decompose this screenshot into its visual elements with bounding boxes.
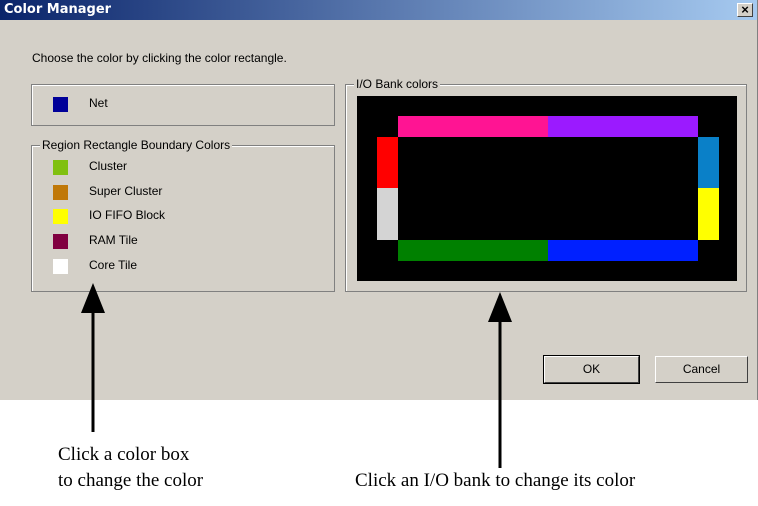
annotation-arrows	[81, 283, 512, 468]
left-arrow	[81, 283, 105, 432]
right-arrow	[488, 292, 512, 468]
left-annotation-line2: to change the color	[58, 470, 204, 491]
right-annotation: Click an I/O bank to change its color	[355, 470, 636, 491]
left-annotation-line1: Click a color box	[58, 444, 190, 465]
